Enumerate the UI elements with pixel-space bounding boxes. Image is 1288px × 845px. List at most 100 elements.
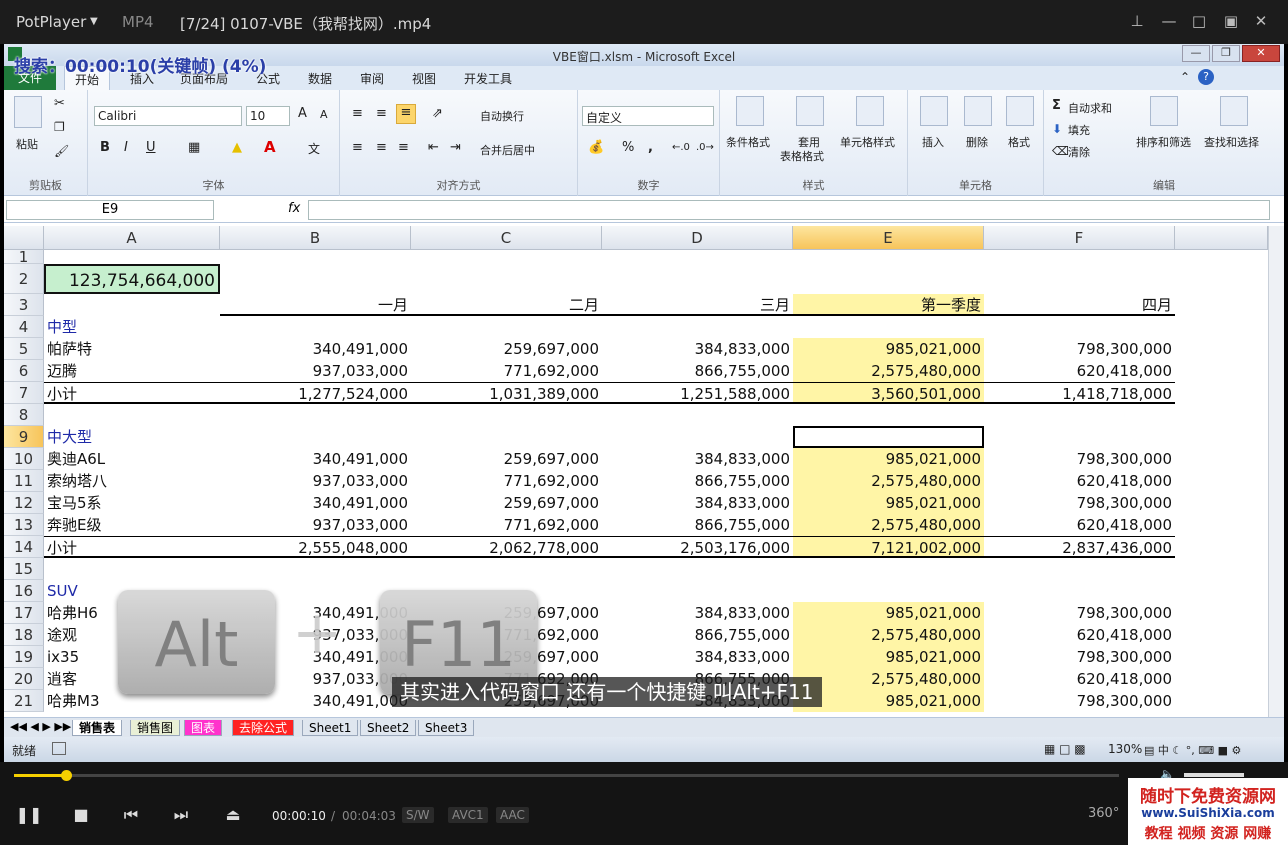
cell-e21[interactable]: 985,021,000 [793, 690, 984, 712]
cell-a4[interactable]: 中型 [44, 316, 220, 338]
volume-slider[interactable] [1184, 773, 1244, 777]
cell-f19[interactable]: 798,300,000 [984, 646, 1175, 668]
vr-360-button[interactable]: 360° [1088, 806, 1119, 821]
cell-d9[interactable] [602, 426, 793, 448]
cell-c12[interactable]: 259,697,000 [411, 492, 602, 514]
column-header-e[interactable]: E [793, 226, 984, 250]
fill-color-icon[interactable]: ▲ [232, 140, 242, 155]
row-header-12[interactable]: 12 [4, 492, 44, 514]
cell-b5[interactable]: 340,491,000 [220, 338, 411, 360]
help-icon[interactable]: ? [1198, 69, 1214, 85]
font-name-dropdown[interactable]: Calibri [94, 106, 242, 126]
underline-button[interactable]: U [146, 140, 156, 155]
cell-f3[interactable]: 四月 [984, 294, 1175, 316]
cell-a13[interactable]: 奔驰E级 [44, 514, 220, 536]
cell-e9[interactable] [793, 426, 984, 448]
cell-e2[interactable] [793, 264, 984, 294]
comma-button[interactable]: , [648, 140, 653, 155]
cell-e8[interactable] [793, 404, 984, 426]
delete-cells-icon[interactable] [964, 96, 992, 126]
cell-d19[interactable]: 384,833,000 [602, 646, 793, 668]
minimize-icon[interactable]: — [1158, 10, 1180, 32]
cell-b2[interactable] [220, 264, 411, 294]
cell-c9[interactable] [411, 426, 602, 448]
row-header-2[interactable]: 2 [4, 264, 44, 294]
cell-e13[interactable]: 2,575,480,000 [793, 514, 984, 536]
cell-d14[interactable]: 2,503,176,000 [602, 536, 793, 558]
cell-b13[interactable]: 937,033,000 [220, 514, 411, 536]
sheet-tab-1[interactable]: 销售表 [72, 720, 123, 736]
row-header-1[interactable]: 1 [4, 250, 44, 265]
cell-e1[interactable] [793, 250, 984, 264]
cell-b14[interactable]: 2,555,048,000 [220, 536, 411, 558]
insert-function-button[interactable]: fx [288, 201, 300, 216]
restore-icon[interactable]: ❐ [1212, 45, 1240, 62]
sheet-tab-2[interactable]: 销售图 [130, 720, 181, 736]
previous-icon[interactable]: ⏮ [116, 800, 146, 830]
cell-a7[interactable]: 小计 [44, 382, 220, 404]
tab-view[interactable]: 视图 [412, 70, 436, 87]
row-header-16[interactable]: 16 [4, 580, 44, 602]
cell-a12[interactable]: 宝马5系 [44, 492, 220, 514]
cell-f9[interactable] [984, 426, 1175, 448]
record-macro-icon[interactable] [52, 742, 66, 755]
format-as-table-icon[interactable] [796, 96, 824, 126]
eject-icon[interactable]: ⏏ [218, 800, 248, 830]
font-color-icon[interactable]: A [264, 138, 276, 156]
delete-cells-button[interactable]: 删除 [966, 134, 988, 150]
cell-f16[interactable] [984, 580, 1175, 602]
cell-f18[interactable]: 620,418,000 [984, 624, 1175, 646]
cell-c13[interactable]: 771,692,000 [411, 514, 602, 536]
orientation-icon[interactable]: ⇗ [432, 106, 443, 121]
cell-a5[interactable]: 帕萨特 [44, 338, 220, 360]
cell-c6[interactable]: 771,692,000 [411, 360, 602, 382]
select-all-button[interactable] [4, 226, 44, 250]
cell-f20[interactable]: 620,418,000 [984, 668, 1175, 690]
cell-b15[interactable] [220, 558, 411, 580]
close-icon[interactable]: ✕ [1242, 45, 1280, 62]
row-header-20[interactable]: 20 [4, 668, 44, 690]
bold-button[interactable]: B [100, 140, 110, 155]
cell-f17[interactable]: 798,300,000 [984, 602, 1175, 624]
badge-sw[interactable]: S/W [402, 807, 434, 823]
cell-a14[interactable]: 小计 [44, 536, 220, 558]
badge-audio-codec[interactable]: AAC [496, 807, 529, 823]
cell-b9[interactable] [220, 426, 411, 448]
cell-e12[interactable]: 985,021,000 [793, 492, 984, 514]
conditional-format-icon[interactable] [736, 96, 764, 126]
column-header-f[interactable]: F [984, 226, 1175, 250]
cell-f4[interactable] [984, 316, 1175, 338]
cell-f8[interactable] [984, 404, 1175, 426]
phonetic-icon[interactable]: 文 [308, 140, 320, 157]
view-mode-icons[interactable]: ▦ □ ▩ [1044, 742, 1086, 756]
wrap-text-button[interactable]: 自动换行 [480, 108, 524, 124]
cell-b1[interactable] [220, 250, 411, 264]
badge-video-codec[interactable]: AVC1 [448, 807, 488, 823]
format-cells-button[interactable]: 格式 [1008, 134, 1030, 150]
align-center-icon[interactable]: ≡ [376, 140, 387, 155]
percent-button[interactable]: % [622, 140, 634, 155]
row-header-6[interactable]: 6 [4, 360, 44, 382]
tab-developer[interactable]: 开发工具 [464, 70, 512, 87]
number-format-dropdown[interactable]: 自定义 [582, 106, 714, 126]
seek-bar[interactable] [14, 770, 1119, 781]
insert-cells-button[interactable]: 插入 [922, 134, 944, 150]
cell-c1[interactable] [411, 250, 602, 264]
cell-c4[interactable] [411, 316, 602, 338]
minimize-icon[interactable]: — [1182, 45, 1210, 62]
ime-toolbar-icons[interactable]: ▤ 中 ☾ °, ⌨ ■ ⚙ [1144, 742, 1241, 758]
row-header-17[interactable]: 17 [4, 602, 44, 624]
cell-d7[interactable]: 1,251,588,000 [602, 382, 793, 404]
format-cells-icon[interactable] [1006, 96, 1034, 126]
increase-indent-icon[interactable]: ⇥ [450, 140, 461, 155]
paste-icon[interactable] [14, 96, 42, 128]
collapse-ribbon-icon[interactable]: ⌃ [1180, 70, 1190, 84]
grow-font-button[interactable]: A [298, 106, 307, 121]
cell-f10[interactable]: 798,300,000 [984, 448, 1175, 470]
zoom-level[interactable]: 130% [1108, 742, 1142, 756]
player-menu-button[interactable]: PotPlayer [16, 13, 86, 31]
column-header-d[interactable]: D [602, 226, 793, 250]
cell-e14[interactable]: 7,121,002,000 [793, 536, 984, 558]
cell-b7[interactable]: 1,277,524,000 [220, 382, 411, 404]
cell-e16[interactable] [793, 580, 984, 602]
